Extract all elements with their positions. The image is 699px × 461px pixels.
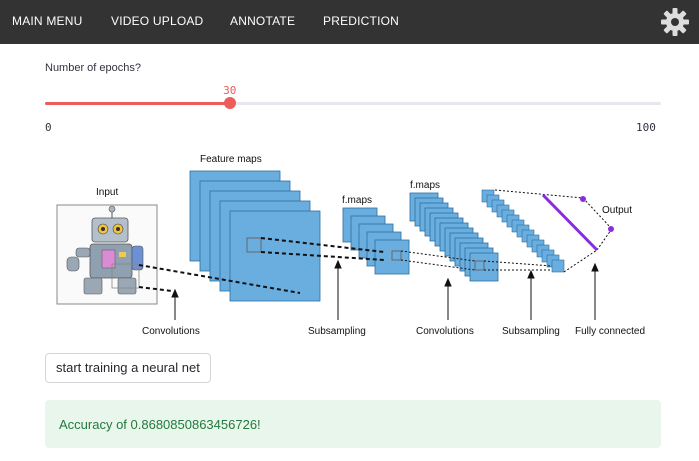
input-robot-image bbox=[56, 204, 158, 305]
stage-label-subsampling-2: Subsampling bbox=[502, 326, 560, 337]
output-label: Output bbox=[602, 205, 632, 216]
fmaps-label-2: f.maps bbox=[410, 180, 440, 191]
fmaps-label-1: f.maps bbox=[342, 195, 372, 206]
start-training-button[interactable]: start training a neural net bbox=[45, 353, 211, 383]
nav-video-upload[interactable]: VIDEO UPLOAD bbox=[111, 14, 203, 28]
stage-label-convolutions-2: Convolutions bbox=[416, 326, 474, 337]
nav-prediction[interactable]: PREDICTION bbox=[323, 14, 399, 28]
nav-annotate[interactable]: ANNOTATE bbox=[230, 14, 295, 28]
gear-icon[interactable] bbox=[657, 4, 693, 40]
accuracy-success-alert: Accuracy of 0.8680850863456726! bbox=[45, 400, 661, 448]
output-node-1 bbox=[580, 196, 586, 202]
epochs-slider[interactable] bbox=[45, 97, 661, 109]
feature-maps-label: Feature maps bbox=[200, 154, 262, 165]
input-label: Input bbox=[96, 187, 118, 198]
epochs-slider-thumb[interactable] bbox=[223, 97, 236, 109]
feature-maps-stack-3 bbox=[409, 192, 499, 282]
feature-maps-stack-1 bbox=[189, 170, 321, 302]
epochs-slider-label: Number of epochs? bbox=[45, 62, 141, 74]
top-navigation: MAIN MENU VIDEO UPLOAD ANNOTATE PREDICTI… bbox=[0, 0, 699, 44]
stage-label-fully-connected: Fully connected bbox=[575, 326, 645, 337]
cnn-architecture-diagram: Input Feature maps f.maps f.maps Output … bbox=[56, 154, 645, 337]
feature-maps-stack-2 bbox=[342, 207, 410, 275]
stage-label-subsampling-1: Subsampling bbox=[308, 326, 366, 337]
stage-label-convolutions-1: Convolutions bbox=[142, 326, 200, 337]
epochs-slider-fill bbox=[45, 102, 230, 105]
fully-connected-layer bbox=[541, 193, 599, 252]
output-node-2 bbox=[608, 226, 614, 232]
accuracy-message: Accuracy of 0.8680850863456726! bbox=[59, 417, 261, 432]
nav-main-menu[interactable]: MAIN MENU bbox=[12, 14, 82, 28]
epochs-slider-value: 30 bbox=[223, 84, 237, 97]
epochs-slider-min: 0 bbox=[45, 121, 52, 134]
epochs-slider-max: 100 bbox=[636, 121, 656, 134]
